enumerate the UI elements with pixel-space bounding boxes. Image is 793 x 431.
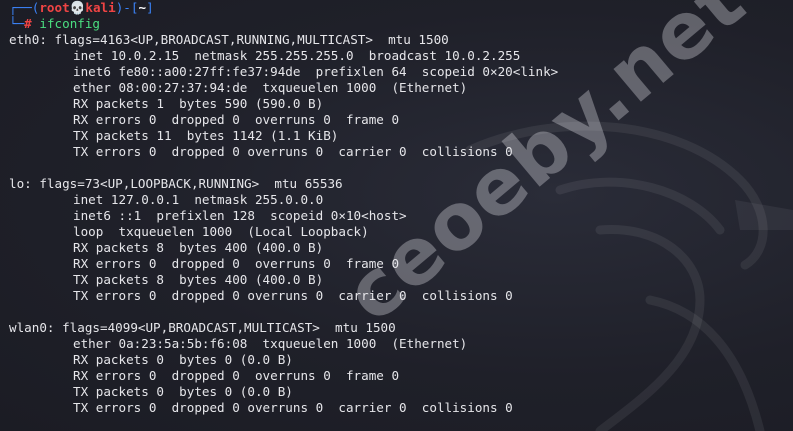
prompt-user: root <box>39 0 70 15</box>
iface-line: loop txqueuelen 1000 (Local Loopback) <box>73 224 369 239</box>
iface-line: inet 127.0.0.1 netmask 255.0.0.0 <box>73 192 324 207</box>
iface-line: TX packets 11 bytes 1142 (1.1 KiB) <box>73 128 339 143</box>
iface-line: inet6 fe80::a00:27ff:fe37:94de prefixlen… <box>73 64 559 79</box>
iface-line: inet6 ::1 prefixlen 128 scopeid 0×10<hos… <box>73 208 407 223</box>
iface-line: RX packets 0 bytes 0 (0.0 B) <box>73 352 293 367</box>
prompt-path: ~ <box>138 0 147 15</box>
skull-icon: 💀 <box>69 0 86 15</box>
iface-line: RX packets 8 bytes 400 (400.0 B) <box>73 240 324 255</box>
command-text: ifconfig <box>39 16 101 31</box>
iface-line: ether 08:00:27:37:94:de txqueuelen 1000 … <box>73 80 468 95</box>
iface-line: inet 10.0.2.15 netmask 255.255.255.0 bro… <box>73 48 521 63</box>
iface-header-lo: lo: flags=73<UP,LOOPBACK,RUNNING> mtu 65… <box>9 176 343 191</box>
prompt-frame-bottom: └─ <box>9 16 25 31</box>
prompt-frame-mid: )-[ <box>115 0 139 15</box>
iface-line: ether 0a:23:5a:5b:f6:08 txqueuelen 1000 … <box>73 336 468 351</box>
iface-line: TX packets 8 bytes 400 (400.0 B) <box>73 272 324 287</box>
prompt-frame: ┌──( <box>9 0 40 15</box>
iface-line: RX errors 0 dropped 0 overruns 0 frame 0 <box>73 112 400 127</box>
iface-line: TX packets 0 bytes 0 (0.0 B) <box>73 384 293 399</box>
command-line: └─# ifconfig <box>9 16 793 32</box>
terminal-window[interactable]: ceoeby.net ┌──(root💀kali)-[~] └─# ifconf… <box>0 0 793 431</box>
iface-header-wlan0: wlan0: flags=4099<UP,BROADCAST,MULTICAST… <box>9 320 396 335</box>
iface-header-eth0: eth0: flags=4163<UP,BROADCAST,RUNNING,MU… <box>9 32 449 47</box>
terminal-output: ┌──(root💀kali)-[~] └─# ifconfig eth0: fl… <box>9 0 793 416</box>
iface-line: TX errors 0 dropped 0 overruns 0 carrier… <box>73 144 513 159</box>
prompt-frame-end: ] <box>146 0 154 15</box>
iface-line: RX packets 1 bytes 590 (590.0 B) <box>73 96 324 111</box>
iface-line: RX errors 0 dropped 0 overruns 0 frame 0 <box>73 256 400 271</box>
iface-line: TX errors 0 dropped 0 overruns 0 carrier… <box>73 400 513 415</box>
prompt-line: ┌──(root💀kali)-[~] <box>9 0 793 16</box>
prompt-hash: # <box>24 16 32 31</box>
prompt-host: kali <box>85 0 116 15</box>
iface-line: TX errors 0 dropped 0 overruns 0 carrier… <box>73 288 513 303</box>
iface-line: RX errors 0 dropped 0 overruns 0 frame 0 <box>73 368 400 383</box>
